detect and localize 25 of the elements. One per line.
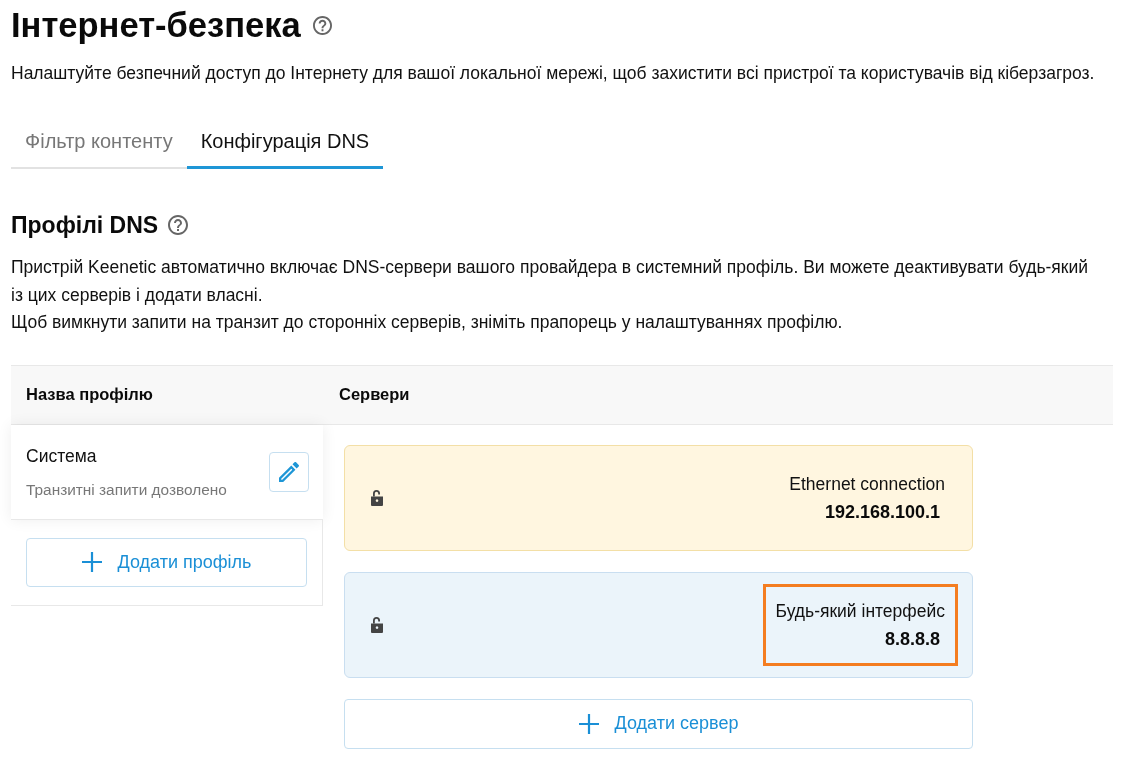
padlock-icon [370, 616, 384, 633]
tab[interactable]: Фільтр контенту [11, 116, 187, 169]
page-description: Налаштуйте безпечний доступ до Інтернету для вашої локальної мережі, щоб захистити всі пристрої та користувачів від кіберзагроз. [11, 62, 1096, 85]
add-profile-button[interactable]: Додати профіль [26, 537, 307, 587]
section-title: Профілі DNS [11, 211, 159, 240]
server-address: 192.168.100.1 [824, 500, 941, 524]
plus-icon [81, 552, 102, 572]
add-server-button[interactable]: Додати сервер [344, 698, 973, 749]
profile-name: Система [26, 444, 98, 467]
section-paragraph: Пристрій Keenetic автоматично включає DNS-сервери вашого провайдера в системний профіль. Ви можете деактивувати будь-який із цих серверів і додати власні. [11, 256, 1090, 307]
profile-note: Транзитні запити дозволено [26, 479, 227, 499]
page-title: Інтернет-безпека [11, 5, 301, 45]
tab[interactable]: Конфігурація DNS [186, 116, 384, 169]
padlock-icon [370, 489, 384, 506]
column-header: Назва профілю [25, 384, 154, 406]
help-icon[interactable] [312, 15, 332, 35]
server-interface: Ethernet connection [789, 472, 945, 496]
server-interface: Будь-який інтерфейс [775, 599, 945, 623]
edit-button[interactable] [269, 451, 309, 492]
column-header: Сервери [338, 384, 410, 406]
pencil-icon [279, 461, 299, 482]
plus-icon [578, 713, 599, 734]
section-paragraph: Щоб вимкнути запити на транзит до сторонніх серверів, зніміть прапорець у налаштуваннях профілю. [11, 311, 844, 334]
server-address: 8.8.8.8 [884, 627, 941, 651]
help-icon[interactable] [168, 215, 189, 235]
